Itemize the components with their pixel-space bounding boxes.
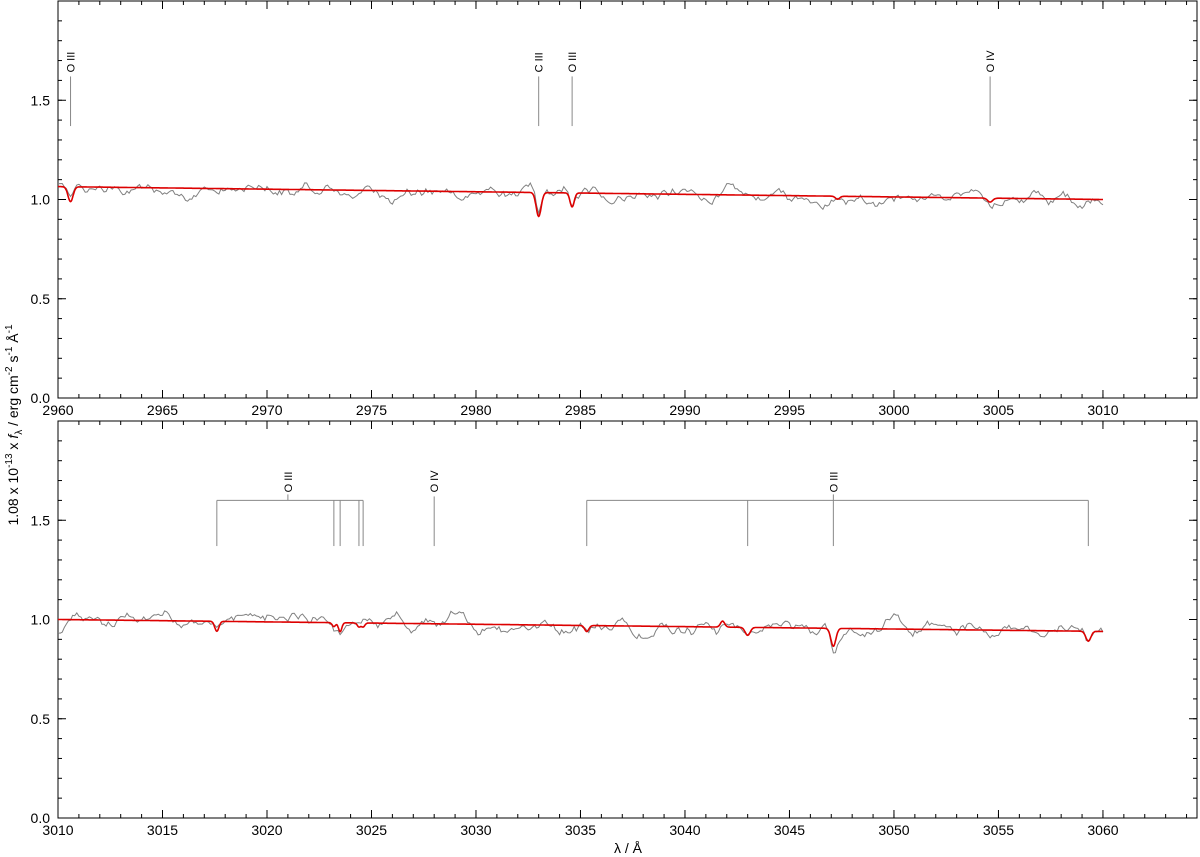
x-tick-label: 3025 (356, 822, 387, 838)
spectrum-figure: 2960 2965 2970 2975 2980 2985 2990 2995 3000 3005… (4, 0, 1198, 856)
line-id-label: O IV (429, 470, 441, 493)
line-id-label: O IV (985, 50, 997, 73)
y-tick-label: 1.0 (31, 612, 51, 628)
y-tick-label: 1.5 (31, 92, 51, 108)
observed-spectrum-line (57, 610, 1104, 654)
x-tick-label: 3055 (983, 822, 1014, 838)
x-tick-label: 2985 (565, 402, 596, 418)
x-tick-label: 3000 (878, 402, 909, 418)
line-id-label: O III (567, 52, 579, 73)
x-tick-label: 3050 (878, 822, 909, 838)
y-tick-label: 1.0 (31, 192, 51, 208)
x-tick-label: 3010 (1087, 402, 1118, 418)
top-panel: 2960 2965 2970 2975 2980 2985 2990 2995 3000 3005… (31, 0, 1198, 418)
x-tick-label: 3005 (983, 402, 1014, 418)
x-axis-label: λ / Å (614, 840, 643, 856)
line-id-label: C III (534, 52, 546, 72)
line-id-label: O III (66, 52, 78, 73)
x-tick-label: 3020 (251, 822, 282, 838)
y-tick-label: 0.5 (31, 711, 51, 727)
x-tick-label: 3040 (669, 822, 700, 838)
y-tick-label: 0.0 (31, 390, 51, 406)
multiplet-label: O III (828, 472, 840, 493)
y-tick-label: 1.5 (31, 512, 51, 528)
y-tick-label: 0.0 (31, 810, 51, 826)
y-axis-label: 1.08 x 10-13 x fλ / erg cm-2 s-1 Å-1 (4, 324, 25, 525)
x-tick-label: 3060 (1087, 822, 1118, 838)
x-tick-label: 3015 (147, 822, 178, 838)
x-tick-label: 3030 (460, 822, 491, 838)
x-tick-label: 2970 (251, 402, 282, 418)
x-tick-label: 2975 (356, 402, 387, 418)
x-tick-label: 2965 (147, 402, 178, 418)
x-tick-label: 2980 (460, 402, 491, 418)
x-tick-label: 2990 (669, 402, 700, 418)
multiplet-label: O III (283, 472, 295, 493)
x-tick-label: 3045 (774, 822, 805, 838)
bottom-panel: 3010 3015 3020 3025 3030 3035 3040 3045 3050 3055… (31, 420, 1198, 838)
x-tick-label: 2995 (774, 402, 805, 418)
y-tick-label: 0.5 (31, 291, 51, 307)
x-tick-label: 3035 (565, 822, 596, 838)
